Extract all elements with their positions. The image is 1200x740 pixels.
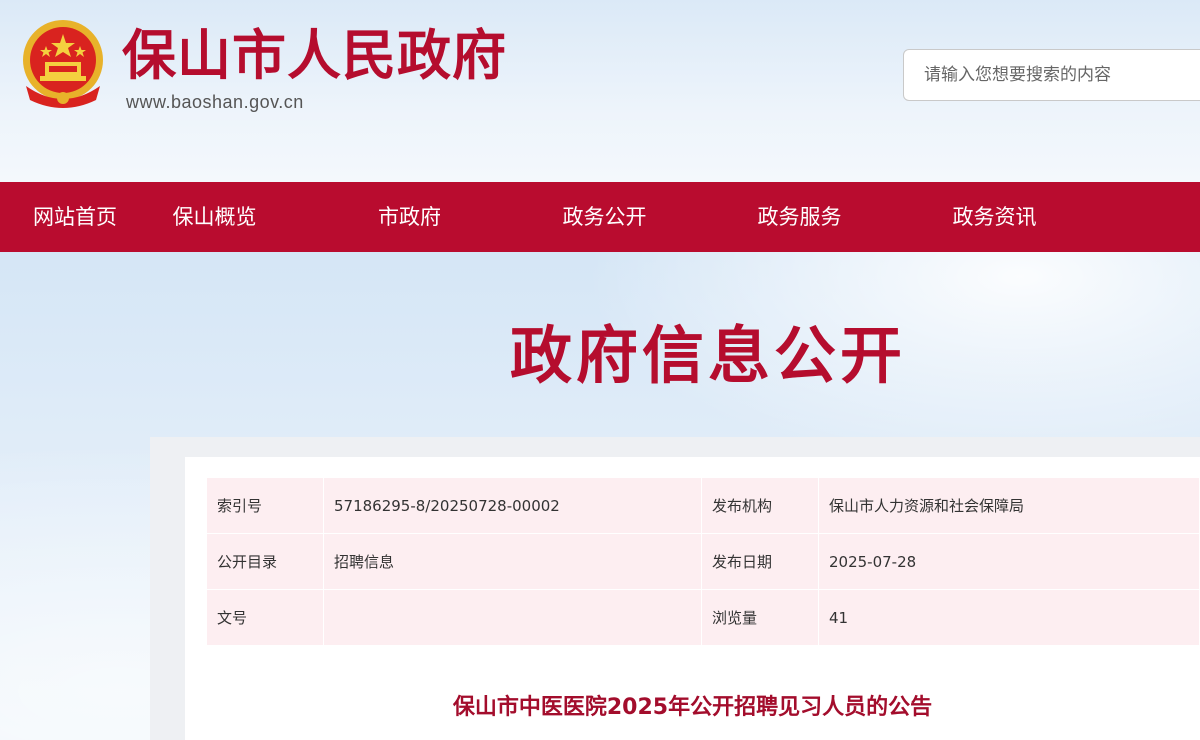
page-title: 政府信息公开 <box>510 319 907 392</box>
publisher-label: 发布机构 <box>701 477 819 534</box>
view-count-value: 41 <box>818 589 1200 646</box>
site-url: www.baoshan.gov.cn <box>126 92 304 112</box>
search-input[interactable] <box>903 49 1200 101</box>
nav-item-affairs-open[interactable]: 政务公开 <box>507 182 702 252</box>
document-number-value <box>323 589 702 646</box>
site-title[interactable]: 保山市人民政府 <box>122 26 507 86</box>
publisher-value: 保山市人力资源和社会保障局 <box>818 477 1200 534</box>
view-count-label: 浏览量 <box>701 589 819 646</box>
nav-item-government[interactable]: 市政府 <box>312 182 507 252</box>
article-title: 保山市中医医院2025年公开招聘见习人员的公告 <box>452 695 933 720</box>
info-meta-table: 索引号 57186295-8/20250728-00002 发布机构 保山市人力… <box>206 477 1200 646</box>
index-number-value: 57186295-8/20250728-00002 <box>323 477 702 534</box>
catalog-label: 公开目录 <box>206 533 324 590</box>
catalog-value: 招聘信息 <box>323 533 702 590</box>
publish-date-label: 发布日期 <box>701 533 819 590</box>
table-row: 索引号 57186295-8/20250728-00002 发布机构 保山市人力… <box>206 477 1200 534</box>
nav-item-services[interactable]: 政务服务 <box>702 182 897 252</box>
nav-item-home[interactable]: 网站首页 <box>0 182 117 252</box>
table-row: 文号 浏览量 41 <box>206 589 1200 646</box>
main-nav: 网站首页 保山概览 市政府 政务公开 政务服务 政务资讯 <box>0 182 1200 252</box>
national-emblem-icon[interactable] <box>18 16 108 112</box>
table-row: 公开目录 招聘信息 发布日期 2025-07-28 <box>206 533 1200 590</box>
site-header: 保山市人民政府 www.baoshan.gov.cn <box>0 0 1200 182</box>
nav-item-overview[interactable]: 保山概览 <box>117 182 312 252</box>
publish-date-value: 2025-07-28 <box>818 533 1200 590</box>
document-number-label: 文号 <box>206 589 324 646</box>
nav-item-news[interactable]: 政务资讯 <box>897 182 1092 252</box>
index-number-label: 索引号 <box>206 477 324 534</box>
